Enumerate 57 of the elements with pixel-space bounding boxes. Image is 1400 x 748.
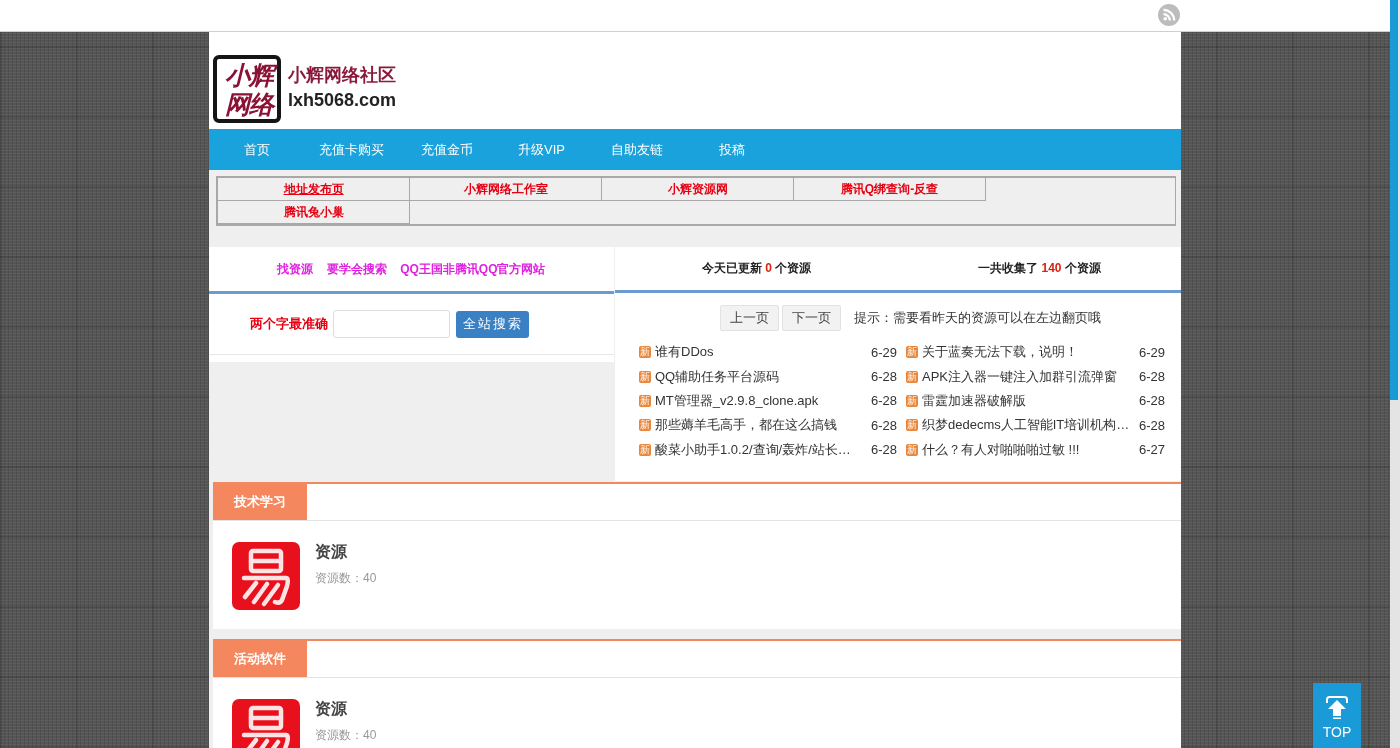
date-text: 6-28 — [870, 393, 897, 409]
new-badge: 新 — [906, 370, 918, 383]
link-cell[interactable]: 腾讯Q绑查询-反查 — [794, 178, 986, 201]
new-badge: 新 — [639, 419, 651, 432]
link-cell[interactable]: 地址发布页 — [218, 178, 410, 201]
link-cell[interactable]: 小辉资源网 — [602, 178, 794, 201]
resource-link[interactable]: 什么？有人对啪啪啪过敏 !!! — [922, 440, 1135, 459]
resource-name[interactable]: 资源 — [315, 699, 347, 719]
search-tip: 找资源 要学会搜索 QQ王国非腾讯QQ官方网站 — [277, 260, 546, 278]
pager-button[interactable]: 下一页 — [781, 305, 841, 331]
app-icon[interactable] — [232, 699, 300, 748]
date-text: 6-28 — [1138, 393, 1165, 409]
resource-link[interactable]: APK注入器一键注入加群引流弹窗 — [922, 367, 1135, 386]
resource-link[interactable]: 织梦dedecms人工智能IT培训机构… — [922, 416, 1135, 435]
rss-icon[interactable] — [1158, 4, 1180, 26]
logo-mark[interactable]: 小辉网络 — [213, 55, 281, 123]
new-badge: 新 — [906, 346, 918, 359]
new-badge: 新 — [639, 346, 651, 359]
date-text: 6-27 — [1138, 442, 1165, 458]
search-field[interactable] — [333, 310, 450, 338]
up-arrow-icon — [1324, 695, 1350, 721]
date-text: 6-28 — [870, 442, 897, 458]
new-badge: 新 — [906, 419, 918, 432]
search-button[interactable]: 全站搜索 — [456, 310, 529, 338]
new-badge: 新 — [906, 394, 918, 407]
pager-hint: 提示：需要看昨天的资源可以在左边翻页哦 — [853, 309, 1101, 327]
new-badge: 新 — [639, 394, 651, 407]
resource-name[interactable]: 资源 — [315, 542, 347, 562]
date-text: 6-28 — [1138, 417, 1165, 433]
resource-link[interactable]: 雷霆加速器破解版 — [922, 391, 1135, 410]
new-badge: 新 — [906, 443, 918, 456]
resource-count: 资源数：40 — [315, 570, 377, 586]
new-badge: 新 — [639, 443, 651, 456]
scrollbar-thumb[interactable] — [1390, 0, 1398, 400]
link-cell[interactable]: 小辉网络工作室 — [410, 178, 602, 201]
resource-link[interactable]: MT管理器_v2.9.8_clone.apk — [655, 391, 867, 410]
date-text: 6-29 — [870, 344, 897, 360]
resource-link[interactable]: 谁有DDos — [655, 343, 867, 362]
resource-count: 资源数：40 — [315, 727, 377, 743]
app-icon[interactable] — [232, 542, 300, 610]
site-name: 小辉网络社区 — [288, 64, 397, 87]
stat-text: 一共收集了 140 个资源 — [978, 260, 1101, 277]
date-text: 6-28 — [870, 417, 897, 433]
stat-text: 今天已更新 0 个资源 — [701, 260, 812, 277]
site-domain: lxh5068.com — [288, 89, 397, 112]
link-cell[interactable]: 腾讯兔小巢 — [218, 201, 410, 224]
resource-link[interactable]: 那些薅羊毛高手，都在这么搞钱 — [655, 416, 867, 435]
resource-link[interactable]: 关于蓝奏无法下载，说明！ — [922, 343, 1135, 362]
resource-link[interactable]: 酸菜小助手1.0.2/查询/轰炸/站长… — [655, 440, 867, 459]
pager-button[interactable]: 上一页 — [719, 305, 779, 331]
date-text: 6-28 — [870, 369, 897, 385]
date-text: 6-29 — [1138, 344, 1165, 360]
scrollbar-track[interactable] — [1390, 0, 1400, 748]
date-text: 6-28 — [1138, 369, 1165, 385]
new-badge: 新 — [639, 370, 651, 383]
resource-link[interactable]: QQ辅助任务平台源码 — [655, 367, 867, 386]
search-hint: 两个字最准确 — [250, 315, 328, 333]
